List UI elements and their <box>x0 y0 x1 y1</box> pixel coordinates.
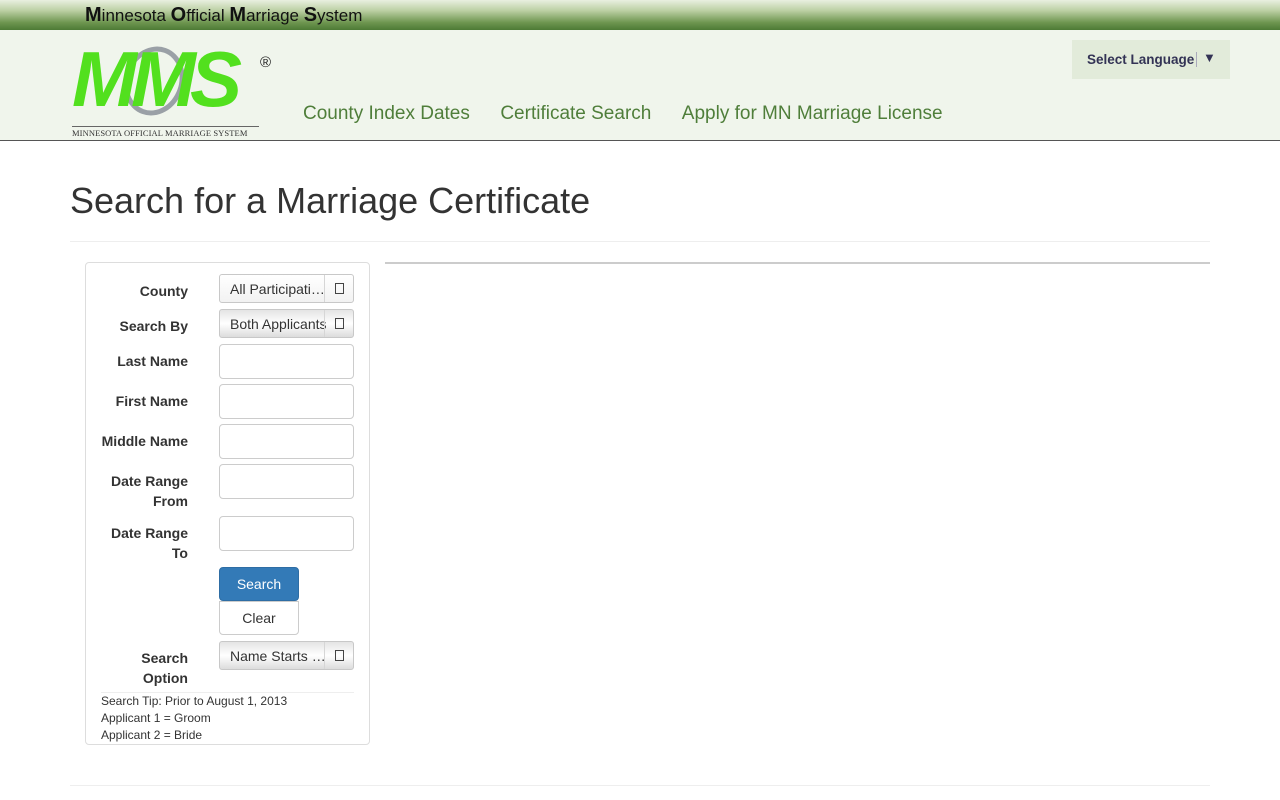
clear-button[interactable]: Clear <box>219 601 299 635</box>
page-title: Search for a Marriage Certificate <box>70 180 591 221</box>
dropdown-box-icon <box>335 283 344 294</box>
county-label: County <box>139 283 188 299</box>
dropdown-box-icon <box>335 318 344 329</box>
logo-tagline: MINNESOTA OFFICIAL MARRIAGE SYSTEM <box>72 126 259 138</box>
search-option-dropdown-toggle[interactable] <box>324 642 353 669</box>
date-range-from-label: Date Range From <box>110 473 188 509</box>
date-range-to-label: Date Range To <box>110 525 188 561</box>
county-selected-value: All Participating Counties <box>230 281 328 297</box>
select-language-dropdown[interactable]: Select Language ▼ <box>1072 40 1230 79</box>
last-name-label: Last Name <box>117 353 188 369</box>
tip-divider <box>101 692 354 693</box>
search-option-select[interactable]: Name Starts With <box>219 641 354 670</box>
title-divider <box>70 241 1210 242</box>
logo-letters: MMS <box>72 35 242 123</box>
search-by-selected-value: Both Applicants <box>230 316 327 332</box>
county-dropdown-toggle[interactable] <box>324 275 353 302</box>
results-area-divider <box>385 262 1210 264</box>
nav-county-index-dates[interactable]: County Index Dates <box>303 103 470 125</box>
middle-name-input[interactable] <box>219 424 354 459</box>
applicant-2-note: Applicant 2 = Bride <box>101 728 203 742</box>
select-language-label: Select Language <box>1087 52 1195 67</box>
mms-logo[interactable]: MMS ® MINNESOTA OFFICIAL MARRIAGE SYSTEM <box>72 35 272 138</box>
county-select[interactable]: All Participating Counties <box>219 274 354 303</box>
site-header: MMS ® MINNESOTA OFFICIAL MARRIAGE SYSTEM… <box>0 30 1280 141</box>
nav-certificate-search[interactable]: Certificate Search <box>500 103 651 125</box>
applicant-1-note: Applicant 1 = Groom <box>101 711 211 725</box>
search-option-label: Search Option <box>141 650 188 686</box>
search-by-select[interactable]: Both Applicants <box>219 309 354 338</box>
dropdown-box-icon <box>335 650 344 661</box>
date-range-to-input[interactable] <box>219 516 354 551</box>
first-name-input[interactable] <box>219 384 354 419</box>
top-brand-bar: Minnesota Official Marriage System <box>0 0 1280 30</box>
first-name-label: First Name <box>115 393 188 409</box>
footer-divider <box>70 785 1210 786</box>
language-separator <box>1196 52 1197 67</box>
search-tip-text: Search Tip: Prior to August 1, 2013 <box>101 694 288 708</box>
middle-name-label: Middle Name <box>101 433 188 449</box>
dropdown-arrow-icon: ▼ <box>1203 50 1216 65</box>
search-form-panel: County All Participating Counties Search… <box>85 262 370 745</box>
search-option-selected-value: Name Starts With <box>230 648 328 664</box>
main-nav: County Index Dates Certificate Search Ap… <box>303 103 969 125</box>
search-button[interactable]: Search <box>219 567 299 601</box>
site-brand-title: Minnesota Official Marriage System <box>85 4 363 26</box>
nav-apply-license[interactable]: Apply for MN Marriage License <box>682 103 943 125</box>
last-name-input[interactable] <box>219 344 354 379</box>
search-by-label: Search By <box>119 318 188 334</box>
date-range-from-input[interactable] <box>219 464 354 499</box>
registered-mark: ® <box>260 54 272 71</box>
search-by-dropdown-toggle[interactable] <box>324 310 353 337</box>
